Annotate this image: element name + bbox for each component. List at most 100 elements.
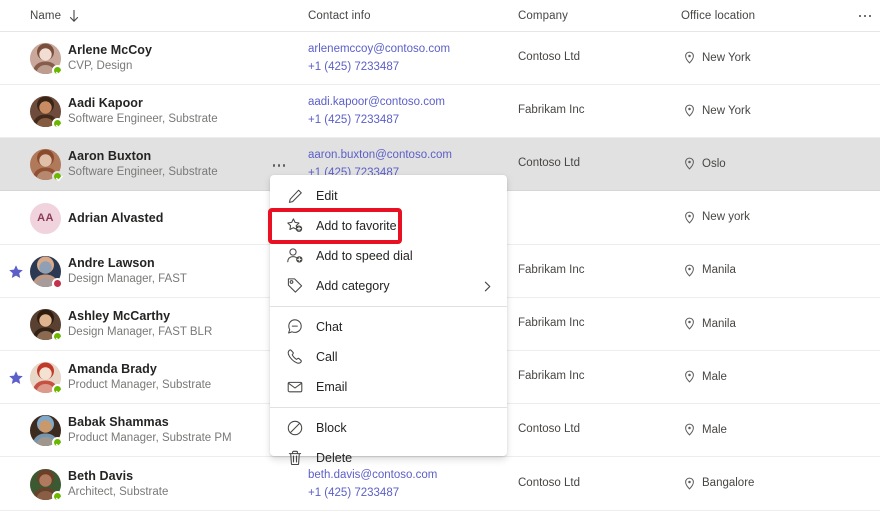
contact-subtitle: Product Manager, Substrate [68, 379, 211, 391]
location-pin-icon [683, 211, 696, 224]
contact-company: Contoso Ltd [518, 477, 580, 489]
phone-icon [286, 348, 304, 366]
table-row[interactable]: Aadi Kapoor Software Engineer, Substrate a… [0, 85, 880, 138]
column-header-company-label: Company [518, 10, 568, 22]
contact-subtitle: CVP, Design [68, 60, 132, 72]
menu-item-add-category[interactable]: Add category [270, 271, 507, 301]
menu-item-email[interactable]: Email [270, 372, 507, 402]
contact-location-label: Manila [702, 318, 736, 330]
contact-subtitle: Software Engineer, Substrate [68, 113, 218, 125]
chevron-right-icon[interactable] [482, 280, 493, 293]
menu-item-call[interactable]: Call [270, 342, 507, 372]
favorite-star-icon[interactable] [8, 264, 24, 280]
presence-available-icon [52, 171, 63, 182]
contact-phone-link[interactable]: +1 (425) 7233487 [308, 61, 399, 73]
contact-name: Ashley McCarthy [68, 309, 170, 323]
favorite-star-icon[interactable] [8, 370, 24, 386]
contact-location-label: New york [702, 211, 750, 223]
contact-company: Fabrikam Inc [518, 264, 584, 276]
presence-available-icon [52, 437, 63, 448]
contact-location: Male [683, 370, 727, 383]
menu-item-block[interactable]: Block [270, 413, 507, 443]
context-menu[interactable]: Edit Add to favorite Add to speed dial Add … [270, 175, 507, 456]
column-header-company[interactable]: Company [518, 0, 568, 32]
pencil-icon [286, 187, 304, 205]
menu-item-label: Add to favorite [316, 219, 397, 233]
contact-location-label: Oslo [702, 158, 726, 170]
contact-company: Fabrikam Inc [518, 104, 584, 116]
contact-location: Oslo [683, 157, 726, 170]
contact-name: Adrian Alvasted [68, 211, 163, 225]
contact-company: Contoso Ltd [518, 157, 580, 169]
contact-location-label: Male [702, 424, 727, 436]
contact-email-link[interactable]: arlenemccoy@contoso.com [308, 43, 450, 55]
menu-item-label: Delete [316, 451, 352, 465]
location-pin-icon [683, 51, 696, 64]
column-header-contact-info[interactable]: Contact info [308, 0, 371, 32]
row-more-options-icon[interactable] [268, 156, 290, 174]
person-add-icon [286, 247, 304, 265]
menu-item-add-to-favorite[interactable]: Add to favorite [270, 211, 507, 241]
contact-company: Fabrikam Inc [518, 370, 584, 382]
contact-name: Arlene McCoy [68, 43, 152, 57]
table-row[interactable]: Arlene McCoy CVP, Design arlenemccoy@conto… [0, 32, 880, 85]
contact-location: Male [683, 423, 727, 436]
contact-name: Babak Shammas [68, 415, 169, 429]
location-pin-icon [683, 264, 696, 277]
contact-location-label: Bangalore [702, 477, 754, 489]
location-pin-icon [683, 104, 696, 117]
table-header: Name Contact info Company Office locatio… [0, 0, 880, 32]
menu-separator [270, 306, 507, 307]
contact-company: Contoso Ltd [518, 423, 580, 435]
contact-location-label: New York [702, 52, 751, 64]
location-pin-icon [683, 423, 696, 436]
menu-item-label: Add category [316, 279, 390, 293]
column-header-name-label: Name [30, 10, 61, 22]
presence-available-icon [52, 491, 63, 502]
contact-location: New York [683, 104, 751, 117]
menu-item-add-to-speed-dial[interactable]: Add to speed dial [270, 241, 507, 271]
presence-available-icon [52, 384, 63, 395]
menu-item-delete[interactable]: Delete [270, 443, 507, 473]
contact-subtitle: Design Manager, FAST [68, 273, 187, 285]
presence-available-icon [52, 118, 63, 129]
column-header-contact-info-label: Contact info [308, 10, 371, 22]
contact-name: Aadi Kapoor [68, 96, 143, 110]
contact-email-link[interactable]: aadi.kapoor@contoso.com [308, 96, 445, 108]
column-header-office-location-label: Office location [681, 10, 755, 22]
avatar[interactable]: AA [30, 203, 61, 234]
contact-phone-link[interactable]: +1 (425) 7233487 [308, 487, 399, 499]
contact-company: Contoso Ltd [518, 51, 580, 63]
location-pin-icon [683, 317, 696, 330]
menu-item-label: Add to speed dial [316, 249, 413, 263]
menu-item-edit[interactable]: Edit [270, 181, 507, 211]
location-pin-icon [683, 370, 696, 383]
contact-subtitle: Product Manager, Substrate PM [68, 432, 232, 444]
presence-available-icon [52, 331, 63, 342]
menu-separator [270, 407, 507, 408]
contact-location-label: Manila [702, 264, 736, 276]
contact-location: New york [683, 211, 750, 224]
more-options-icon[interactable] [855, 0, 875, 32]
menu-item-label: Email [316, 380, 347, 394]
contact-email-link[interactable]: aaron.buxton@contoso.com [308, 149, 452, 161]
envelope-icon [286, 378, 304, 396]
contact-location: New York [683, 51, 751, 64]
column-header-name[interactable]: Name [30, 0, 80, 32]
location-pin-icon [683, 157, 696, 170]
contact-subtitle: Architect, Substrate [68, 486, 168, 498]
contact-name: Aaron Buxton [68, 149, 151, 163]
column-header-office-location[interactable]: Office location [681, 0, 755, 32]
contact-location-label: Male [702, 371, 727, 383]
menu-item-chat[interactable]: Chat [270, 312, 507, 342]
menu-item-label: Edit [316, 189, 338, 203]
contact-name: Amanda Brady [68, 362, 157, 376]
presence-busy-icon [52, 278, 63, 289]
contact-location-label: New York [702, 105, 751, 117]
sort-descending-arrow-icon[interactable] [68, 9, 80, 23]
contact-phone-link[interactable]: +1 (425) 7233487 [308, 114, 399, 126]
trash-icon [286, 449, 304, 467]
contact-subtitle: Design Manager, FAST BLR [68, 326, 212, 338]
context-menu-items: Edit Add to favorite Add to speed dial Add … [270, 181, 507, 473]
contact-location: Bangalore [683, 477, 754, 490]
